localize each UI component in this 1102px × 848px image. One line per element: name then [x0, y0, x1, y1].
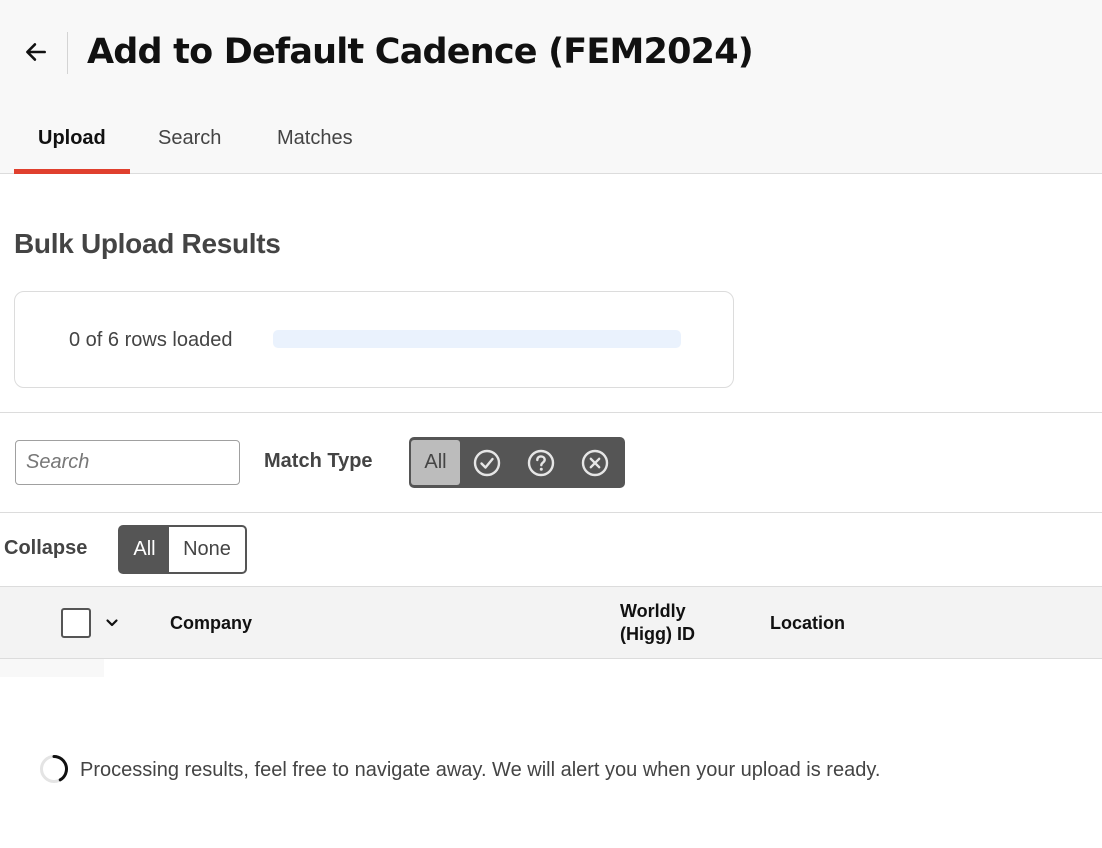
- match-type-exact-button[interactable]: [460, 440, 514, 485]
- column-header-worldly-id-line2: (Higg) ID: [620, 624, 695, 644]
- chevron-down-icon: [106, 619, 118, 627]
- x-circle-icon: [581, 449, 609, 476]
- match-type-all-button[interactable]: All: [411, 440, 460, 485]
- page-header: Add to Default Cadence (FEM2024) Upload …: [0, 0, 1102, 174]
- divider: [0, 512, 1102, 513]
- match-type-label: Match Type: [264, 450, 373, 472]
- table-header: Company Worldly (Higg) ID Location: [0, 586, 1102, 659]
- tab-upload-label: Upload: [38, 127, 106, 149]
- select-options-dropdown[interactable]: [102, 613, 122, 633]
- column-header-worldly-id[interactable]: Worldly (Higg) ID: [620, 600, 695, 646]
- back-button[interactable]: [20, 36, 52, 68]
- column-header-worldly-id-line1: Worldly: [620, 601, 686, 621]
- tab-search[interactable]: Search: [134, 114, 245, 174]
- collapse-none-label: None: [183, 538, 231, 560]
- match-type-none-button[interactable]: [568, 440, 622, 485]
- column-header-location[interactable]: Location: [770, 612, 845, 635]
- tab-matches[interactable]: Matches: [253, 114, 377, 174]
- loading-spinner-icon: [40, 755, 68, 783]
- question-circle-icon: [527, 449, 555, 476]
- page-title: Add to Default Cadence (FEM2024): [87, 32, 754, 72]
- match-type-filter: All: [409, 437, 625, 488]
- upload-progress-card: 0 of 6 rows loaded: [14, 291, 734, 388]
- active-tab-indicator: [14, 169, 130, 174]
- processing-status-message: Processing results, feel free to navigat…: [80, 759, 881, 781]
- match-type-possible-button[interactable]: [514, 440, 568, 485]
- match-type-all-label: All: [424, 451, 447, 473]
- collapse-label: Collapse: [4, 537, 88, 559]
- collapse-none-button[interactable]: None: [169, 527, 245, 572]
- search-input[interactable]: [15, 440, 240, 485]
- divider: [0, 412, 1102, 413]
- header-divider: [67, 32, 68, 74]
- table-placeholder-row: [0, 659, 104, 677]
- arrow-left-icon: [26, 43, 46, 61]
- tab-matches-label: Matches: [277, 127, 353, 149]
- progress-label: 0 of 6 rows loaded: [69, 329, 233, 351]
- section-title: Bulk Upload Results: [14, 228, 281, 259]
- select-all-checkbox[interactable]: [61, 608, 91, 638]
- tab-upload[interactable]: Upload: [14, 114, 130, 174]
- collapse-all-button[interactable]: All: [120, 527, 169, 572]
- collapse-toggle: All None: [118, 525, 247, 574]
- collapse-all-label: All: [133, 538, 156, 560]
- check-circle-icon: [473, 449, 501, 476]
- tab-search-label: Search: [158, 127, 222, 149]
- progress-bar: [273, 330, 681, 348]
- column-header-company[interactable]: Company: [170, 612, 252, 635]
